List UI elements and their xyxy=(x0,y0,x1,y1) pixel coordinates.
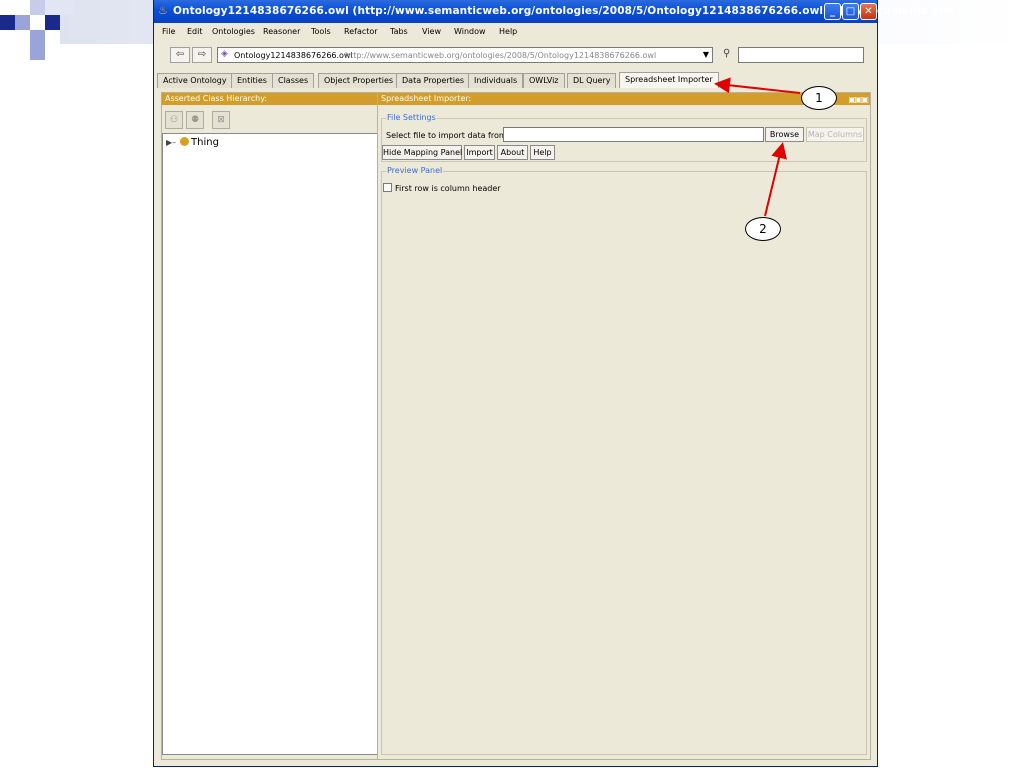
callout-1-arrow xyxy=(714,77,801,94)
annotation-arrows xyxy=(714,77,801,217)
callout-1: 1 xyxy=(801,86,837,110)
callout-2-arrow xyxy=(764,142,787,217)
callout-2: 2 xyxy=(745,217,781,241)
